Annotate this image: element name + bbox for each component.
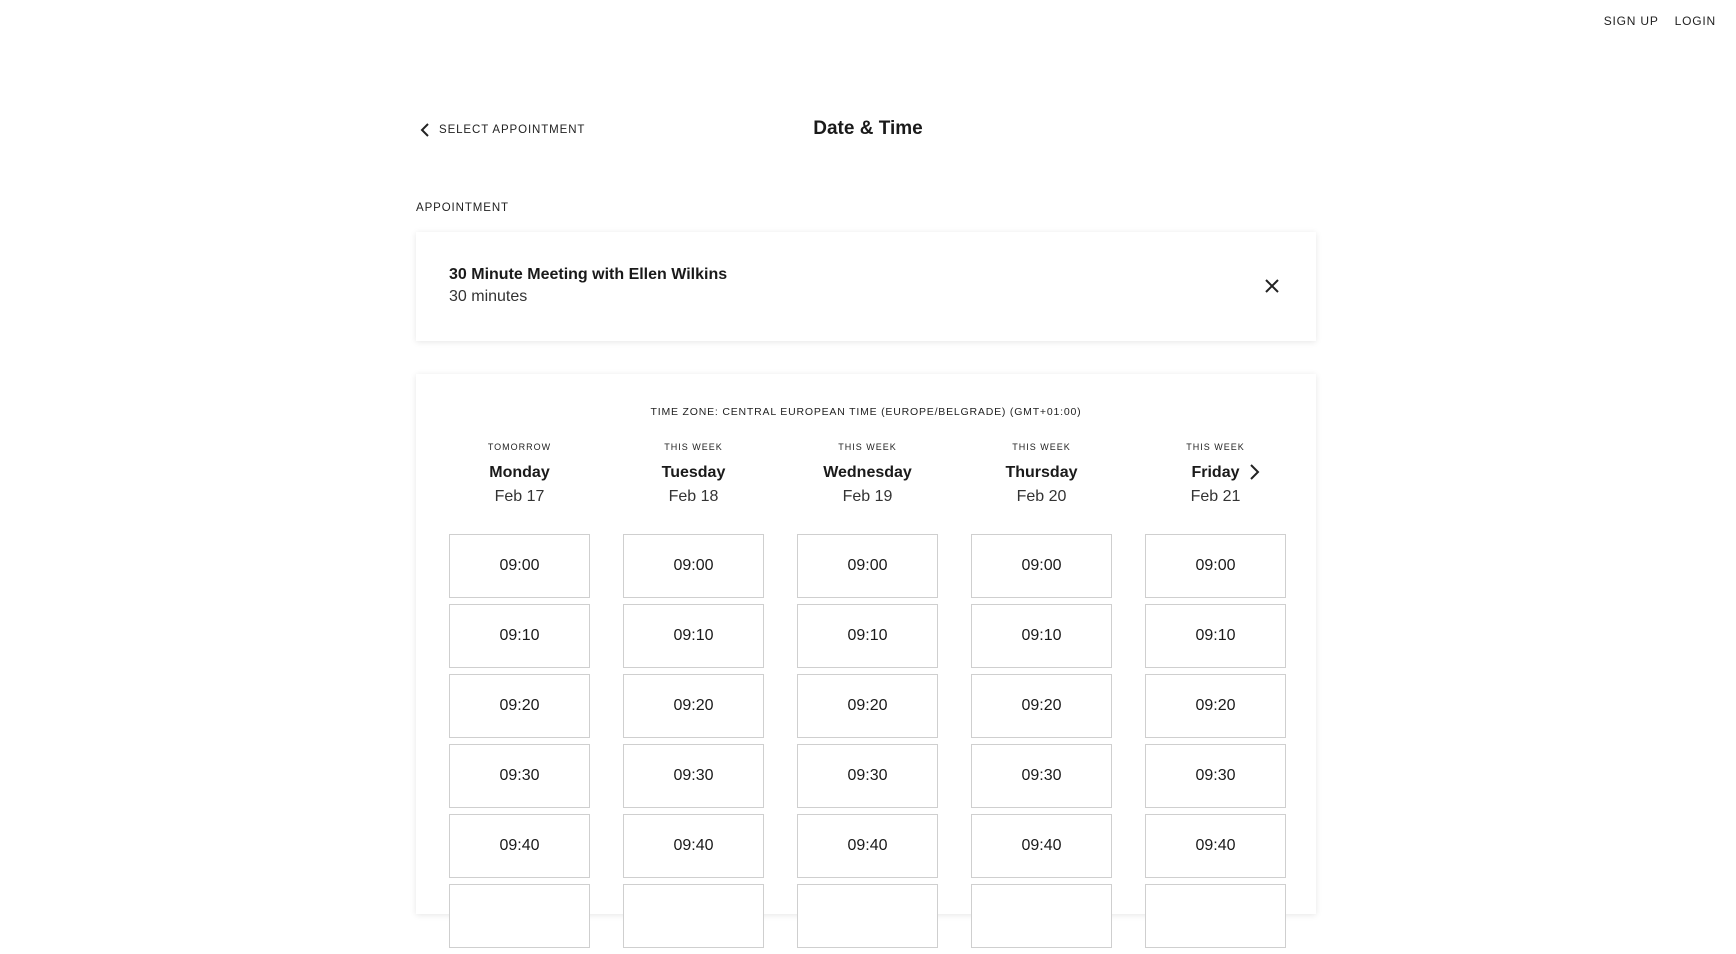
time-slot-button[interactable]: 09:20 [1145,674,1286,738]
day-date: Feb 18 [668,488,719,505]
time-slot-button[interactable]: 09:20 [971,674,1112,738]
day-column: THIS WEEK Friday Feb 21 09:00 09:10 09:20 09:3… [1145,442,1286,954]
appointment-title: 30 Minute Meeting with Ellen Wilkins [449,266,728,283]
time-slot-button[interactable]: 09:10 [971,604,1112,668]
day-column: THIS WEEK Thursday Feb 20 09:00 09:10 09:20 09… [971,442,1112,954]
day-kicker: THIS WEEK [664,442,723,452]
appointment-section-label: APPOINTMENT [416,202,509,214]
timezone-label: TIME ZONE: CENTRAL EUROPEAN TIME (EUROPE… [650,406,1082,418]
day-header: THIS WEEK Tuesday Feb 18 [623,442,764,534]
day-column: THIS WEEK Wednesday Feb 19 09:00 09:10 09:20 0… [797,442,938,954]
day-header: THIS WEEK Thursday Feb 20 [971,442,1112,534]
time-slot-button[interactable]: 09:00 [1145,534,1286,598]
time-slot-button[interactable]: 09:00 [797,534,938,598]
time-slot-button[interactable]: 09:30 [449,744,590,808]
time-slot-button[interactable]: 09:30 [623,744,764,808]
day-column: THIS WEEK Tuesday Feb 18 09:00 09:10 09:20 09:… [623,442,764,954]
day-kicker: THIS WEEK [1012,442,1071,452]
time-slot-button[interactable]: 09:00 [449,534,590,598]
time-slot-button[interactable]: 09:20 [623,674,764,738]
time-slot-button[interactable]: 09:10 [623,604,764,668]
time-slot-button[interactable]: 09:30 [1145,744,1286,808]
time-slot-button[interactable]: 09:40 [797,814,938,878]
appointment-card: 30 Minute Meeting with Ellen Wilkins 30 … [416,232,1316,341]
calendar-card: TIME ZONE: CENTRAL EUROPEAN TIME (EUROPE… [416,374,1316,948]
time-slot-button[interactable] [449,884,590,948]
day-column: TOMORROW Monday Feb 17 09:00 09:10 09:20 09:30… [449,442,590,954]
time-slot-button[interactable]: 09:30 [797,744,938,808]
time-slot-button[interactable]: 09:10 [449,604,590,668]
day-kicker: THIS WEEK [838,442,897,452]
day-date: Feb 19 [842,488,893,505]
day-date: Feb 21 [1190,488,1241,505]
signup-link[interactable]: SIGN UP [1604,14,1659,28]
day-name: Friday [1191,464,1240,481]
time-slot-button[interactable] [623,884,764,948]
close-icon[interactable] [1262,276,1282,296]
appointment-duration: 30 minutes [449,288,528,305]
time-slot-button[interactable]: 09:40 [623,814,764,878]
day-name: Wednesday [823,464,912,481]
chevron-right-icon[interactable] [1246,463,1262,481]
day-header: TOMORROW Monday Feb 17 [449,442,590,534]
day-name: Monday [489,464,550,481]
top-nav: SIGN UP LOGIN [1604,14,1716,28]
time-slot-button[interactable] [797,884,938,948]
page-title: Date & Time [813,118,923,139]
login-link[interactable]: LOGIN [1675,14,1716,28]
day-kicker: THIS WEEK [1186,442,1245,452]
day-date: Feb 20 [1016,488,1067,505]
day-date: Feb 17 [494,488,545,505]
time-slot-button[interactable] [1145,884,1286,948]
time-slot-button[interactable]: 09:30 [971,744,1112,808]
time-slot-button[interactable]: 09:10 [797,604,938,668]
day-name: Thursday [1005,464,1078,481]
time-slot-button[interactable]: 09:00 [623,534,764,598]
time-slot-button[interactable]: 09:40 [1145,814,1286,878]
day-name: Tuesday [661,464,726,481]
day-header: THIS WEEK Friday Feb 21 [1145,442,1286,534]
time-slot-button[interactable]: 09:20 [449,674,590,738]
time-slot-button[interactable] [971,884,1112,948]
time-slot-button[interactable]: 09:10 [1145,604,1286,668]
time-slot-button[interactable]: 09:40 [449,814,590,878]
page-title-wrap: Date & Time [0,118,1736,140]
day-header: THIS WEEK Wednesday Feb 19 [797,442,938,534]
time-slot-button[interactable]: 09:00 [971,534,1112,598]
time-slot-button[interactable]: 09:20 [797,674,938,738]
time-slot-button[interactable]: 09:40 [971,814,1112,878]
day-kicker: TOMORROW [487,442,552,452]
